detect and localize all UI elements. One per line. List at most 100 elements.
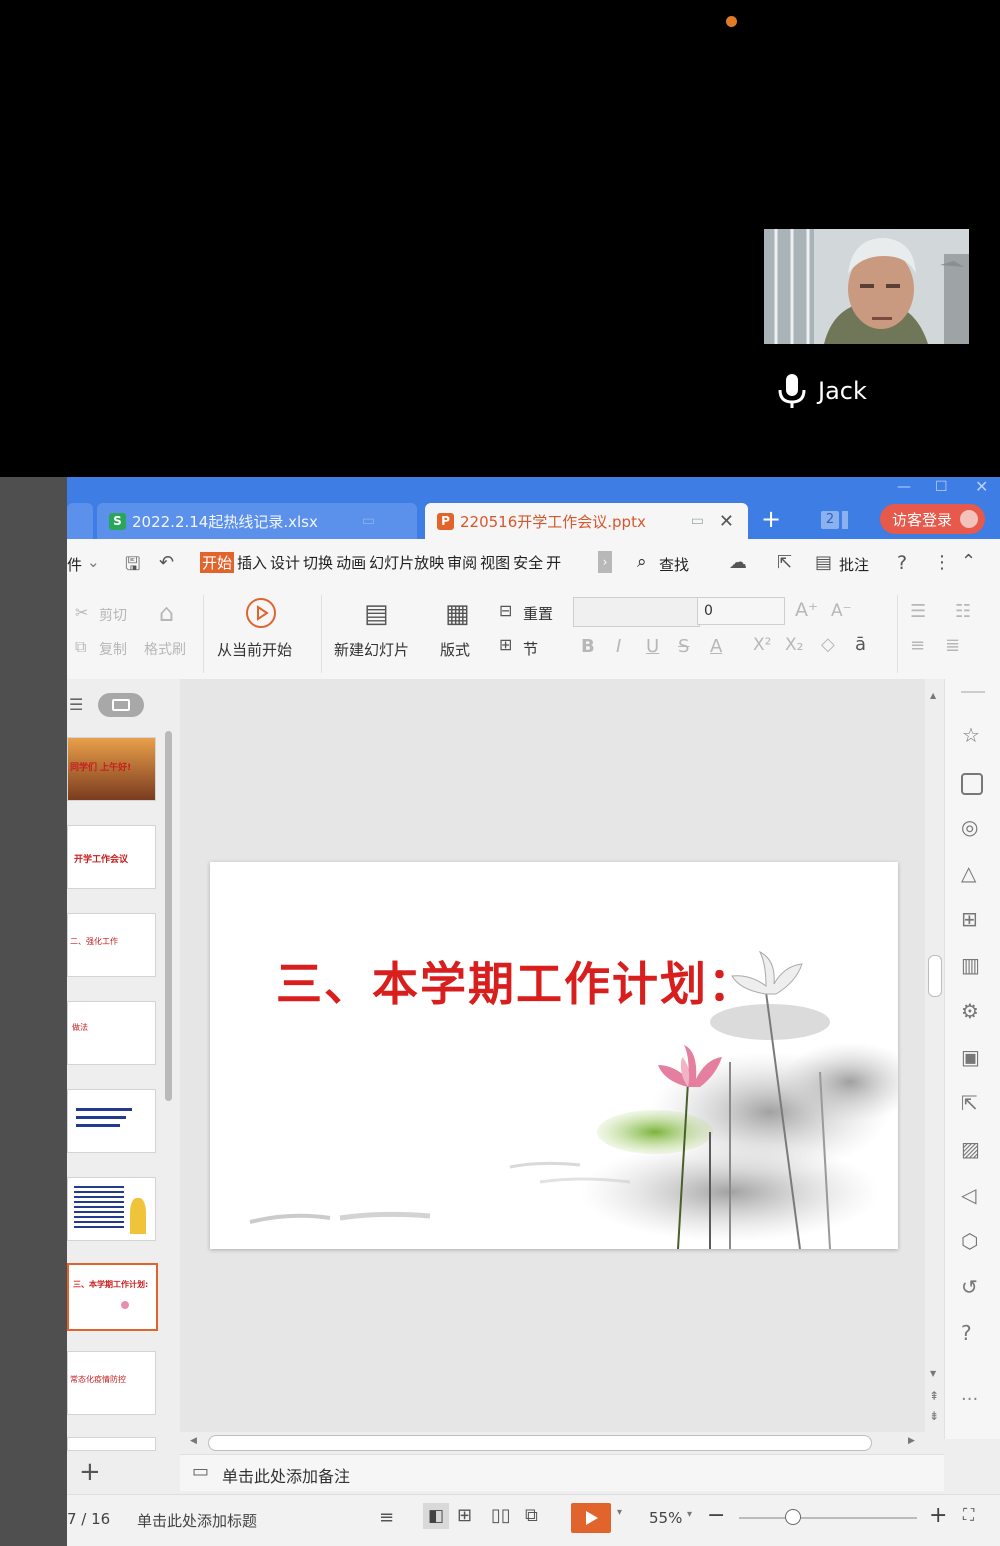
- tab-pptx-monitor-icon[interactable]: ▭: [691, 513, 704, 529]
- align-left-icon[interactable]: ≡: [910, 635, 925, 656]
- minimize-icon[interactable]: —: [897, 479, 911, 495]
- eraser-icon[interactable]: ◇: [821, 634, 835, 655]
- copy-slide-icon[interactable]: [961, 773, 983, 795]
- numbered-list-icon[interactable]: ☷: [955, 601, 971, 622]
- tab-previous-partial[interactable]: [67, 503, 93, 539]
- zoom-in-button[interactable]: +: [929, 1503, 947, 1528]
- maximize-icon[interactable]: ☐: [935, 479, 948, 495]
- tab-home[interactable]: 开始: [200, 552, 235, 573]
- tab-slideshow[interactable]: 幻灯片放映: [369, 552, 444, 573]
- next-slide-icon[interactable]: ⇟: [929, 1409, 939, 1423]
- comment-icon[interactable]: ▤: [815, 552, 832, 573]
- vertical-scroll-thumb[interactable]: [928, 955, 942, 997]
- tab-transitions[interactable]: 切换: [303, 552, 333, 573]
- slide-thumb-7-selected[interactable]: 三、本学期工作计划:: [67, 1263, 158, 1331]
- slide-thumb-6[interactable]: [67, 1177, 156, 1241]
- settings-sliders-icon[interactable]: ⚙: [961, 999, 979, 1023]
- section-button[interactable]: 节: [523, 638, 538, 659]
- layout-icon[interactable]: ▦: [445, 599, 470, 629]
- window-count-icon[interactable]: 2: [821, 511, 839, 529]
- tab-pptx[interactable]: P 220516开学工作会议.pptx ▭ ✕: [425, 503, 748, 539]
- zoom-options-icon[interactable]: ▾: [687, 1509, 692, 1520]
- add-title-hint[interactable]: 单击此处添加标题: [137, 1510, 257, 1531]
- file-menu[interactable]: 件: [67, 554, 82, 575]
- save-icon[interactable]: 🖫: [125, 552, 140, 582]
- microphone-icon[interactable]: [776, 372, 808, 410]
- media-icon[interactable]: ▣: [961, 1045, 980, 1069]
- slide-thumb-4[interactable]: 做法: [67, 1001, 156, 1065]
- bold-button[interactable]: B: [581, 636, 595, 657]
- align-center-icon[interactable]: ≣: [945, 635, 960, 656]
- share-icon[interactable]: ⇱: [961, 1091, 978, 1115]
- font-size-select[interactable]: 0: [697, 597, 785, 625]
- notes-pane[interactable]: ▭ 单击此处添加备注: [180, 1454, 944, 1491]
- fit-window-icon[interactable]: ⛶: [963, 1505, 974, 1525]
- copy-button[interactable]: 复制: [99, 639, 127, 659]
- new-tab-button[interactable]: +: [761, 505, 781, 533]
- tab-insert[interactable]: 插入: [237, 552, 267, 573]
- search-icon[interactable]: ⌕: [637, 552, 647, 572]
- font-color-button[interactable]: A: [710, 636, 722, 657]
- reset-button[interactable]: 重置: [523, 603, 553, 624]
- slide-thumb-2[interactable]: 开学工作会议: [67, 825, 156, 889]
- menu-scroll-right-icon[interactable]: ›: [598, 551, 612, 573]
- chart-icon[interactable]: ▥: [961, 953, 980, 977]
- thumbnail-scrollbar[interactable]: [165, 731, 172, 1101]
- char-spacing-icon[interactable]: ā: [855, 634, 866, 655]
- play-from-current-icon[interactable]: [245, 597, 277, 629]
- outline-view-icon[interactable]: ☰: [69, 695, 83, 714]
- help-icon[interactable]: ?: [897, 552, 907, 574]
- tab-view[interactable]: 视图: [480, 552, 510, 573]
- tab-xlsx[interactable]: S 2022.2.14起热线记录.xlsx ▭: [97, 503, 417, 539]
- notes-toggle-icon[interactable]: ≡: [379, 1507, 394, 1528]
- slide-sorter-icon[interactable]: ⊞: [457, 1505, 472, 1526]
- reading-view-icon[interactable]: ▯▯: [491, 1505, 511, 1526]
- tab-developer[interactable]: 开: [546, 552, 561, 573]
- superscript-icon[interactable]: X²: [753, 635, 771, 655]
- slide-thumb-3[interactable]: 二、强化工作: [67, 913, 156, 977]
- comment-label[interactable]: 批注: [839, 554, 869, 575]
- horizontal-scrollbar[interactable]: ◀ ▶: [180, 1432, 925, 1454]
- history-icon[interactable]: ↺: [961, 1275, 978, 1299]
- image-icon[interactable]: ▨: [961, 1137, 980, 1161]
- bullet-list-icon[interactable]: ☰: [910, 601, 926, 622]
- guest-login-button[interactable]: 访客登录: [880, 504, 985, 534]
- tab-security[interactable]: 安全: [513, 552, 543, 573]
- underline-button[interactable]: U: [646, 636, 659, 657]
- tab-design[interactable]: 设计: [270, 552, 300, 573]
- shapes-icon[interactable]: ◎: [961, 815, 978, 839]
- scroll-right-icon[interactable]: ▶: [908, 1436, 915, 1446]
- slide-thumb-1[interactable]: 同学们 上午好!: [67, 737, 156, 801]
- cut-button[interactable]: 剪切: [99, 605, 127, 625]
- play-options-icon[interactable]: ▾: [617, 1507, 622, 1518]
- decrease-font-icon[interactable]: A⁻: [831, 601, 852, 621]
- notes-placeholder[interactable]: 单击此处添加备注: [222, 1463, 350, 1487]
- zoom-level[interactable]: 55%: [649, 1509, 682, 1527]
- slide-thumb-9-partial[interactable]: [67, 1437, 156, 1451]
- search-label[interactable]: 查找: [659, 554, 689, 575]
- strikethrough-button[interactable]: S: [678, 636, 689, 657]
- play-slideshow-button[interactable]: [571, 1503, 611, 1533]
- play-from-current-button[interactable]: 从当前开始: [217, 639, 292, 660]
- horizontal-scroll-thumb[interactable]: [208, 1435, 872, 1451]
- vertical-scrollbar[interactable]: ▲ ▼ ⇞ ⇟: [925, 679, 943, 1439]
- chevron-down-icon[interactable]: ⌄: [87, 553, 100, 571]
- scroll-up-icon[interactable]: ▲: [930, 691, 936, 700]
- cloud-icon[interactable]: ☁: [729, 552, 747, 573]
- subscript-icon[interactable]: X₂: [785, 635, 803, 655]
- font-name-select[interactable]: [573, 597, 700, 627]
- previous-slide-icon[interactable]: ⇞: [929, 1389, 939, 1403]
- design-icon[interactable]: △: [961, 861, 976, 885]
- more-options-icon[interactable]: ⋮: [933, 552, 951, 573]
- shield-icon[interactable]: ⬡: [961, 1229, 978, 1253]
- help-circle-icon[interactable]: ?: [961, 1321, 972, 1345]
- presenter-view-icon[interactable]: ⧉: [525, 1505, 538, 1526]
- scroll-left-icon[interactable]: ◀: [190, 1436, 197, 1446]
- tab-review[interactable]: 审阅: [447, 552, 477, 573]
- more-icon[interactable]: ···: [961, 1389, 978, 1410]
- share-icon[interactable]: ⇱: [777, 552, 792, 573]
- normal-view-icon[interactable]: ◧: [423, 1503, 449, 1529]
- increase-font-icon[interactable]: A⁺: [795, 599, 818, 621]
- slide-thumb-5[interactable]: [67, 1089, 156, 1153]
- new-slide-button[interactable]: 新建幻灯片: [334, 639, 409, 660]
